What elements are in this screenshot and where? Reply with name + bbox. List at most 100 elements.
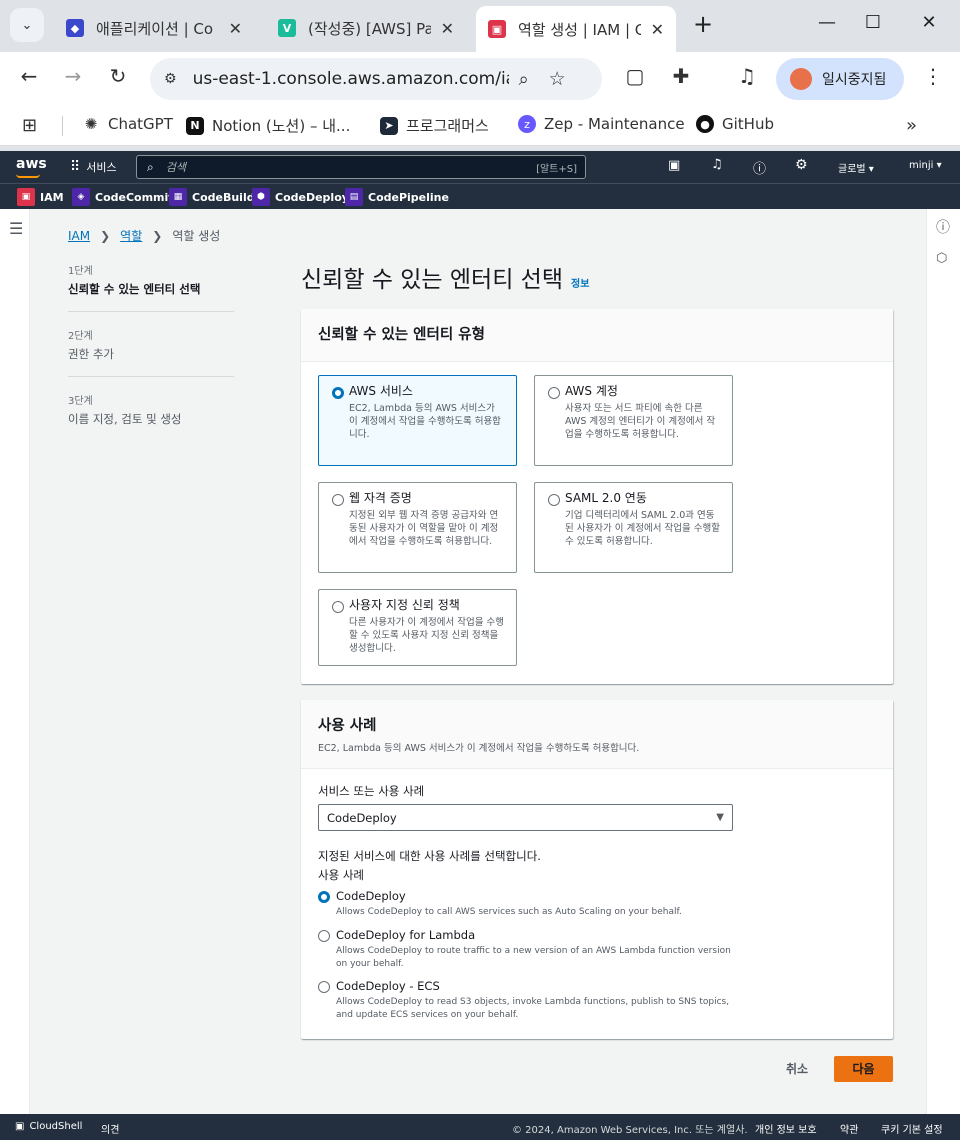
puzzle-icon[interactable]: ✚ <box>666 64 696 88</box>
step-1: 1단계 신뢰할 수 있는 엔터티 선택 <box>68 262 234 312</box>
minimize-icon[interactable]: — <box>812 12 842 33</box>
tab-search-button[interactable]: ⌄ <box>10 8 44 42</box>
notion-icon: N <box>186 116 204 135</box>
maximize-icon[interactable]: ☐ <box>858 12 888 33</box>
apps-icon[interactable]: ⊞ <box>22 115 37 136</box>
profile-button[interactable]: 일시중지됨 <box>776 58 904 100</box>
services-menu[interactable]: ⠿ 서비스 <box>70 159 117 175</box>
panel-heading: 신뢰할 수 있는 엔터티 유형 <box>318 327 485 343</box>
radio-button[interactable] <box>318 891 330 903</box>
favorite-codepipeline[interactable]: ▤ CodePipeline <box>345 188 449 206</box>
radio-button[interactable] <box>332 387 344 399</box>
tab-favicon-icon: ▣ <box>488 20 506 38</box>
option-description: Allows CodeDeploy to route traffic to a … <box>336 946 731 969</box>
option-description: Allows CodeDeploy to call AWS services s… <box>336 907 682 917</box>
service-select[interactable]: CodeDeploy ▼ <box>318 804 733 831</box>
search-input[interactable]: ⌕ 검색 [알트+S] <box>136 155 586 179</box>
entity-option-web-identity[interactable]: 웹 자격 증명 지정된 외부 웹 자격 증명 공급자와 연동된 사용자가 이 역… <box>318 482 517 573</box>
info-link[interactable]: 정보 <box>571 275 589 290</box>
settings-gear-icon[interactable]: ⚙ <box>795 157 808 173</box>
bookmark-label: Zep - Maintenance <box>544 115 685 133</box>
cookie-preferences-link[interactable]: 쿠키 기본 설정 <box>881 1121 943 1136</box>
right-rail: ⓘ ⬡ <box>926 209 960 1114</box>
close-icon[interactable]: ✕ <box>229 19 242 38</box>
url-text[interactable]: us-east-1.console.aws.amazon.com/ia... <box>193 69 509 89</box>
next-button[interactable]: 다음 <box>834 1056 893 1082</box>
info-icon[interactable]: ⓘ <box>936 217 950 237</box>
extension-icon[interactable]: ▢ <box>620 64 650 88</box>
entity-option-aws-account[interactable]: AWS 계정 사용자 또는 서드 파티에 속한 다른 AWS 계정의 엔터티가 … <box>534 375 733 466</box>
usecase-option-codedeploy-lambda[interactable]: CodeDeploy for Lambda Allows CodeDeploy … <box>318 928 738 971</box>
site-info-icon[interactable]: ⚙ <box>164 71 177 87</box>
breadcrumb-roles[interactable]: 역할 <box>120 227 142 244</box>
bookmark-programmers[interactable]: ➤ 프로그래머스 <box>380 115 489 136</box>
star-icon[interactable]: ☆ <box>549 68 566 90</box>
breadcrumb: IAM ❯ 역할 ❯ 역할 생성 <box>68 227 220 244</box>
more-menu-icon[interactable]: ⋮ <box>918 64 948 88</box>
breadcrumb-current: 역할 생성 <box>172 229 221 243</box>
codepipeline-icon: ▤ <box>345 188 363 206</box>
cloudshell-link[interactable]: ▣ CloudShell <box>15 1121 82 1132</box>
browser-tab-3[interactable]: ▣ 역할 생성 | IAM | G ✕ <box>476 6 676 52</box>
usecase-option-codedeploy[interactable]: CodeDeploy Allows CodeDeploy to call AWS… <box>318 889 738 919</box>
breadcrumb-iam[interactable]: IAM <box>68 229 90 243</box>
region-selector[interactable]: 글로벌 ▾ <box>838 160 874 175</box>
bookmark-zep[interactable]: z Zep - Maintenance <box>518 115 685 133</box>
hamburger-menu-icon[interactable]: ☰ <box>9 219 23 238</box>
option-description: Allows CodeDeploy to read S3 objects, in… <box>336 997 730 1020</box>
radio-button[interactable] <box>548 494 560 506</box>
media-icon[interactable]: ♫ <box>732 64 762 88</box>
aws-logo[interactable]: aws <box>16 156 47 172</box>
panel-heading: 사용 사례 <box>318 718 377 734</box>
codebuild-icon: ▦ <box>169 188 187 206</box>
reload-icon[interactable]: ↻ <box>103 64 133 88</box>
use-case-panel: 사용 사례 EC2, Lambda 등의 AWS 서비스가 이 계정에서 작업을… <box>301 700 893 1039</box>
forward-icon[interactable]: → <box>58 64 88 88</box>
account-menu[interactable]: minji ▾ <box>909 160 942 171</box>
notifications-icon[interactable]: ♫ <box>711 157 723 172</box>
close-icon[interactable]: ✕ <box>651 20 664 39</box>
favorite-codebuild[interactable]: ▦ CodeBuild <box>169 188 255 206</box>
cancel-button[interactable]: 취소 <box>786 1060 808 1077</box>
tab-title: (작성중) [AWS] Pa <box>308 19 431 38</box>
radio-button[interactable] <box>318 930 330 942</box>
radio-button[interactable] <box>332 494 344 506</box>
more-bookmarks-icon[interactable]: » <box>906 115 917 136</box>
favorite-iam[interactable]: ▣ IAM <box>17 188 64 206</box>
radio-button[interactable] <box>318 981 330 993</box>
window-close-icon[interactable]: ✕ <box>914 12 944 33</box>
aws-footer: ▣ CloudShell 의견 © 2024, Amazon Web Servi… <box>0 1114 960 1140</box>
browser-tab-bar: ⌄ ◆ 애플리케이션 | Co ✕ V (작성중) [AWS] Pa ✕ ▣ 역… <box>0 0 960 52</box>
favorite-codecommit[interactable]: ◈ CodeCommit <box>72 188 174 206</box>
entity-option-aws-service[interactable]: AWS 서비스 EC2, Lambda 등의 AWS 서비스가 이 계정에서 작… <box>318 375 517 466</box>
bookmark-github[interactable]: ● GitHub <box>696 115 774 133</box>
terms-link[interactable]: 약관 <box>840 1121 858 1136</box>
browser-tab-1[interactable]: ◆ 애플리케이션 | Co ✕ <box>54 8 254 48</box>
usecase-group-label: 사용 사례 <box>318 868 364 882</box>
radio-button[interactable] <box>548 387 560 399</box>
zoom-icon[interactable]: ⌕ <box>519 69 529 90</box>
option-title: AWS 계정 <box>565 384 618 398</box>
privacy-link[interactable]: 개인 정보 보호 <box>755 1121 817 1136</box>
bookmark-notion[interactable]: N Notion (노션) – 내... <box>186 115 350 136</box>
favorite-codedeploy[interactable]: ⬢ CodeDeploy <box>252 188 349 206</box>
help-icon[interactable]: ⓘ <box>753 158 766 177</box>
select-label: 서비스 또는 사용 사례 <box>318 784 425 798</box>
entity-option-custom-policy[interactable]: 사용자 지정 신뢰 정책 다른 사용자가 이 계정에서 작업을 수행할 수 있도… <box>318 589 517 666</box>
bookmark-chatgpt[interactable]: ✺ ChatGPT <box>82 115 173 133</box>
feedback-link[interactable]: 의견 <box>101 1121 119 1136</box>
radio-button[interactable] <box>332 601 344 613</box>
panel-header: 사용 사례 EC2, Lambda 등의 AWS 서비스가 이 계정에서 작업을… <box>301 700 893 769</box>
codecommit-icon: ◈ <box>72 188 90 206</box>
back-icon[interactable]: ← <box>14 64 44 88</box>
close-icon[interactable]: ✕ <box>441 19 454 38</box>
chatgpt-icon: ✺ <box>84 115 98 133</box>
new-tab-button[interactable]: + <box>688 10 718 38</box>
option-description: 다른 사용자가 이 계정에서 작업을 수행할 수 있도록 사용자 지정 신뢰 정… <box>349 617 504 654</box>
feedback-icon[interactable]: ⬡ <box>936 251 947 266</box>
cloudshell-icon[interactable]: ▣ <box>668 158 680 173</box>
entity-option-saml[interactable]: SAML 2.0 연동 기업 디렉터리에서 SAML 2.0과 연동된 사용자가… <box>534 482 733 573</box>
address-bar[interactable]: ⚙ us-east-1.console.aws.amazon.com/ia...… <box>150 58 602 100</box>
browser-tab-2[interactable]: V (작성중) [AWS] Pa ✕ <box>266 8 466 48</box>
usecase-option-codedeploy-ecs[interactable]: CodeDeploy - ECS Allows CodeDeploy to re… <box>318 979 738 1022</box>
